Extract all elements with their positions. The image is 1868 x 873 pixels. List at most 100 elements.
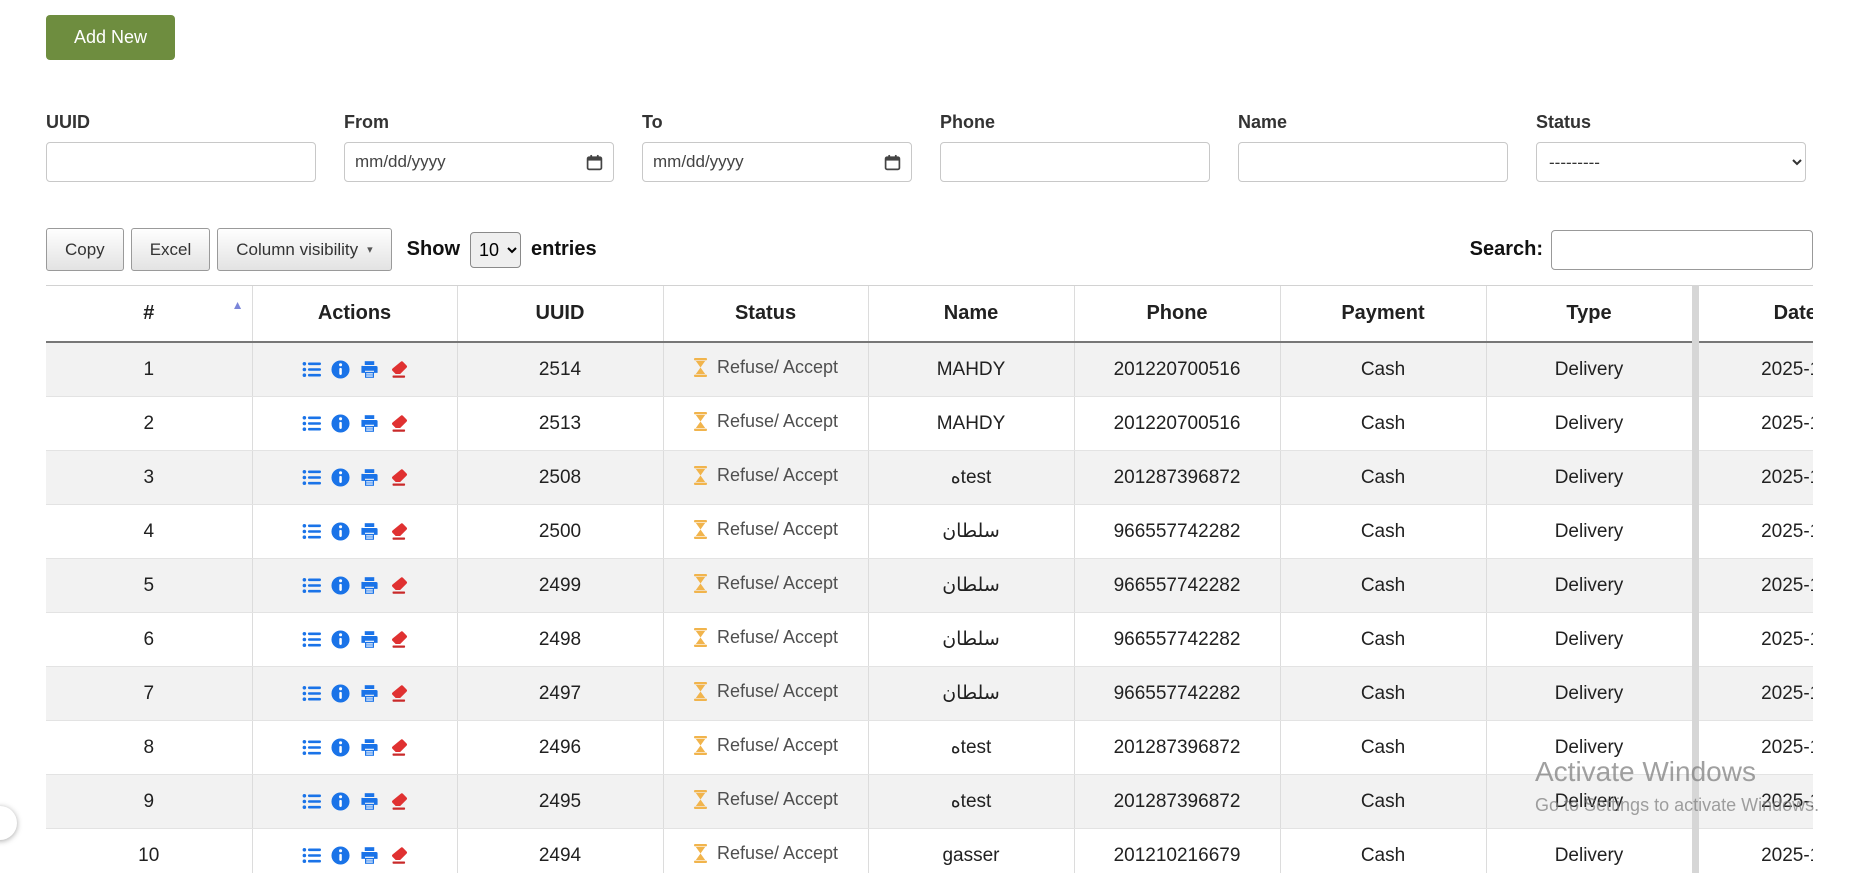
- add-new-button[interactable]: Add New: [46, 15, 175, 60]
- print-icon[interactable]: [360, 522, 379, 541]
- print-icon[interactable]: [360, 846, 379, 865]
- hourglass-icon: [693, 520, 708, 539]
- uuid-label: UUID: [46, 112, 316, 133]
- eraser-icon[interactable]: [389, 360, 408, 379]
- row-type-cell: Delivery: [1486, 559, 1692, 613]
- list-icon[interactable]: [302, 738, 321, 757]
- hourglass-icon: [693, 412, 708, 431]
- column-header-name[interactable]: Name: [868, 286, 1074, 343]
- column-visibility-button[interactable]: Column visibility ▾: [217, 228, 391, 271]
- row-uuid-cell: 2508: [457, 451, 663, 505]
- status-text: Refuse/ Accept: [717, 357, 838, 378]
- to-date-input[interactable]: mm/dd/yyyy: [642, 142, 912, 182]
- list-icon[interactable]: [302, 630, 321, 649]
- calendar-icon[interactable]: [884, 154, 901, 171]
- row-actions-cell: [252, 667, 457, 721]
- excel-button[interactable]: Excel: [131, 228, 211, 271]
- column-header-payment[interactable]: Payment: [1280, 286, 1486, 343]
- page-length-select[interactable]: 10: [470, 232, 521, 268]
- eraser-icon[interactable]: [389, 576, 408, 595]
- print-icon[interactable]: [360, 468, 379, 487]
- calendar-icon[interactable]: [586, 154, 603, 171]
- info-icon[interactable]: [331, 360, 350, 379]
- print-icon[interactable]: [360, 630, 379, 649]
- table-row: 9 2495: [46, 775, 1813, 829]
- row-name-cell: سلطان: [868, 613, 1074, 667]
- hourglass-icon: [693, 466, 708, 485]
- filter-status: Status ---------: [1536, 112, 1806, 182]
- print-icon[interactable]: [360, 576, 379, 595]
- column-visibility-label: Column visibility: [236, 240, 358, 260]
- print-icon[interactable]: [360, 738, 379, 757]
- row-actions-cell: [252, 559, 457, 613]
- column-header-status[interactable]: Status: [663, 286, 868, 343]
- status-text: Refuse/ Accept: [717, 681, 838, 702]
- list-icon[interactable]: [302, 468, 321, 487]
- uuid-input-box: [46, 142, 316, 182]
- eraser-icon[interactable]: [389, 468, 408, 487]
- list-icon[interactable]: [302, 846, 321, 865]
- table-header: # ▲ Actions UUID Status Name Phone Payme…: [46, 286, 1813, 343]
- copy-button[interactable]: Copy: [46, 228, 124, 271]
- print-icon[interactable]: [360, 360, 379, 379]
- row-status-cell: Refuse/ Accept: [663, 505, 868, 559]
- info-icon[interactable]: [331, 846, 350, 865]
- print-icon[interactable]: [360, 792, 379, 811]
- list-icon[interactable]: [302, 360, 321, 379]
- list-icon[interactable]: [302, 576, 321, 595]
- phone-input-box: [940, 142, 1210, 182]
- row-payment-cell: Cash: [1280, 559, 1486, 613]
- eraser-icon[interactable]: [389, 522, 408, 541]
- row-payment-cell: Cash: [1280, 342, 1486, 397]
- list-icon[interactable]: [302, 684, 321, 703]
- row-name-cell: هtest: [868, 451, 1074, 505]
- column-header-uuid[interactable]: UUID: [457, 286, 663, 343]
- eraser-icon[interactable]: [389, 738, 408, 757]
- row-uuid-cell: 2498: [457, 613, 663, 667]
- table-body: 1 2514: [46, 342, 1813, 873]
- table-row: 1 2514: [46, 342, 1813, 397]
- search-input[interactable]: [1551, 230, 1813, 270]
- table-row: 8 2496: [46, 721, 1813, 775]
- row-status-cell: Refuse/ Accept: [663, 667, 868, 721]
- list-icon[interactable]: [302, 792, 321, 811]
- info-icon[interactable]: [331, 414, 350, 433]
- info-icon[interactable]: [331, 738, 350, 757]
- table-row: 6 2498: [46, 613, 1813, 667]
- print-icon[interactable]: [360, 684, 379, 703]
- column-header-type[interactable]: Type: [1486, 286, 1692, 343]
- column-header-actions[interactable]: Actions: [252, 286, 457, 343]
- eraser-icon[interactable]: [389, 630, 408, 649]
- column-header-phone[interactable]: Phone: [1074, 286, 1280, 343]
- row-type-cell: Delivery: [1486, 775, 1692, 829]
- row-name-cell: هtest: [868, 721, 1074, 775]
- info-icon[interactable]: [331, 522, 350, 541]
- phone-input[interactable]: [951, 151, 1199, 173]
- name-label: Name: [1238, 112, 1508, 133]
- eraser-icon[interactable]: [389, 792, 408, 811]
- hourglass-icon: [693, 358, 708, 377]
- info-icon[interactable]: [331, 630, 350, 649]
- from-date-input[interactable]: mm/dd/yyyy: [344, 142, 614, 182]
- info-icon[interactable]: [331, 576, 350, 595]
- status-select[interactable]: ---------: [1536, 142, 1806, 182]
- hourglass-icon: [693, 628, 708, 647]
- info-icon[interactable]: [331, 684, 350, 703]
- list-icon[interactable]: [302, 414, 321, 433]
- eraser-icon[interactable]: [389, 846, 408, 865]
- vertical-scrollbar[interactable]: [1692, 285, 1699, 873]
- eraser-icon[interactable]: [389, 414, 408, 433]
- info-icon[interactable]: [331, 792, 350, 811]
- eraser-icon[interactable]: [389, 684, 408, 703]
- info-icon[interactable]: [331, 468, 350, 487]
- column-header-index[interactable]: # ▲: [46, 286, 252, 343]
- row-index-cell: 4: [46, 505, 252, 559]
- column-header-date[interactable]: Date: [1692, 286, 1813, 343]
- uuid-input[interactable]: [57, 151, 305, 173]
- print-icon[interactable]: [360, 414, 379, 433]
- list-icon[interactable]: [302, 522, 321, 541]
- row-phone-cell: 201220700516: [1074, 397, 1280, 451]
- name-input[interactable]: [1249, 151, 1497, 173]
- row-uuid-cell: 2497: [457, 667, 663, 721]
- row-date-cell: 2025-11: [1692, 667, 1813, 721]
